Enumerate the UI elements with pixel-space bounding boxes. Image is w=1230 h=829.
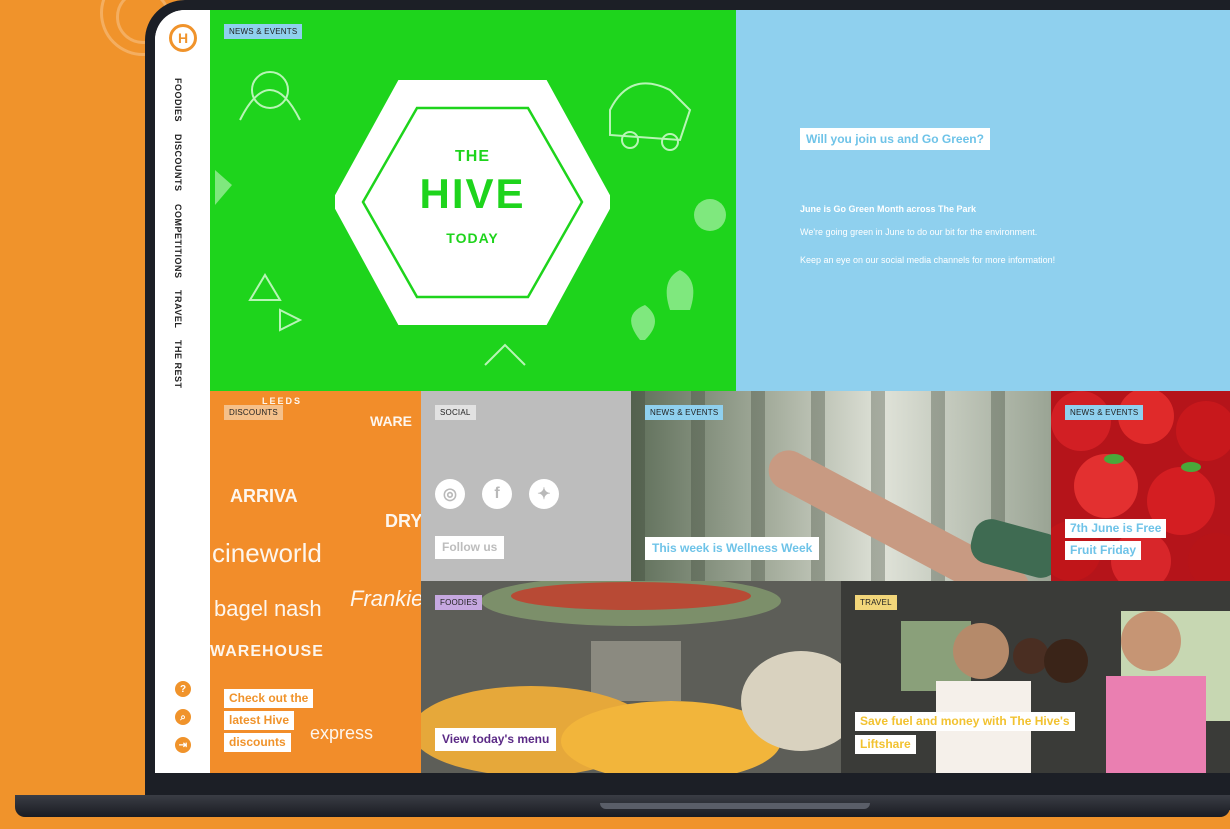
hero-tile[interactable]: NEWS & EVENTS THE HIVE TODAY xyxy=(210,10,736,391)
travel-tile[interactable]: TRAVEL Save fuel and money with The Hive… xyxy=(841,581,1230,773)
hero-title-the: THE xyxy=(455,148,490,165)
sidebar-nav: FOODIES DISCOUNTS COMPETITIONS TRAVEL TH… xyxy=(173,78,193,401)
sidebar: H FOODIES DISCOUNTS COMPETITIONS TRAVEL … xyxy=(155,10,210,773)
go-green-text-1: We're going green in June to do our bit … xyxy=(800,227,1038,237)
tag-news-events: NEWS & EVENTS xyxy=(1065,405,1144,420)
social-tile: SOCIAL ◎ f ✦ Follow us xyxy=(421,391,631,581)
fruit-caption-line-2: Fruit Friday xyxy=(1065,541,1142,560)
brand-logo: express xyxy=(310,723,374,743)
travel-caption-line-2: Liftshare xyxy=(855,735,916,754)
tag-foodies: FOODIES xyxy=(435,595,483,610)
wellness-caption: This week is Wellness Week xyxy=(645,537,820,560)
brand-logo: cineworld xyxy=(212,538,322,568)
tag-discounts: DISCOUNTS xyxy=(224,405,283,420)
help-icon[interactable]: ? xyxy=(175,681,191,697)
brand-logo: WAREHOUSE xyxy=(210,643,324,660)
foodies-caption: View today's menu xyxy=(435,728,557,751)
discounts-caption-line-2: latest Hive xyxy=(224,711,295,730)
go-green-tile[interactable]: Will you join us and Go Green? June is G… xyxy=(736,10,1230,391)
hero-title-hive: HIVE xyxy=(419,170,526,217)
login-icon[interactable]: ⇥ xyxy=(175,737,191,753)
go-green-text-2: Keep an eye on our social media channels… xyxy=(800,255,1056,265)
nav-item-the-rest[interactable]: THE REST xyxy=(173,340,183,389)
tag-social: SOCIAL xyxy=(435,405,476,420)
nav-item-competitions[interactable]: COMPETITIONS xyxy=(173,204,183,279)
tag-news-events: NEWS & EVENTS xyxy=(645,405,724,420)
brand-logo: ARRIVA xyxy=(230,486,298,506)
foodies-tile[interactable]: FOODIES View today's menu xyxy=(421,581,841,773)
nav-item-foodies[interactable]: FOODIES xyxy=(173,78,183,122)
go-green-subheading: June is Go Green Month across The Park xyxy=(800,204,977,214)
hive-hexagon-logo: THE HIVE TODAY xyxy=(335,80,610,325)
discounts-tile[interactable]: DISCOUNTS LEEDS WARE ARRIVA DRY cineworl… xyxy=(210,391,421,773)
hive-logo[interactable]: H xyxy=(169,24,197,52)
wellness-tile[interactable]: NEWS & EVENTS This week is Wellness Week xyxy=(631,391,1051,581)
brand-logo: LEEDS xyxy=(262,396,303,406)
discounts-caption-line-1: Check out the xyxy=(224,689,314,708)
follow-us-link[interactable]: Follow us xyxy=(435,536,505,559)
laptop-notch xyxy=(600,803,870,809)
discounts-caption-line-3: discounts xyxy=(224,733,291,752)
hero-title-today: TODAY xyxy=(446,230,499,246)
search-icon[interactable]: ⌕ xyxy=(175,709,191,725)
brand-logo: bagel nash xyxy=(214,596,322,621)
fruit-caption-line-1: 7th June is Free xyxy=(1065,519,1167,538)
nav-item-discounts[interactable]: DISCOUNTS xyxy=(173,134,183,192)
travel-caption-line-1: Save fuel and money with The Hive's xyxy=(855,712,1075,731)
tag-travel: TRAVEL xyxy=(855,595,897,610)
fruit-friday-tile[interactable]: NEWS & EVENTS 7th June is Free Fruit Fri… xyxy=(1051,391,1230,581)
brand-logo: Frankie xyxy=(350,586,421,611)
screen: H FOODIES DISCOUNTS COMPETITIONS TRAVEL … xyxy=(155,10,1230,773)
facebook-icon[interactable]: f xyxy=(482,479,512,509)
twitter-icon[interactable]: ✦ xyxy=(529,479,559,509)
brand-logo: DRY xyxy=(385,511,421,531)
go-green-heading[interactable]: Will you join us and Go Green? xyxy=(800,128,990,150)
instagram-icon[interactable]: ◎ xyxy=(435,479,465,509)
nav-item-travel[interactable]: TRAVEL xyxy=(173,290,183,328)
brand-logo: WARE xyxy=(370,413,412,429)
